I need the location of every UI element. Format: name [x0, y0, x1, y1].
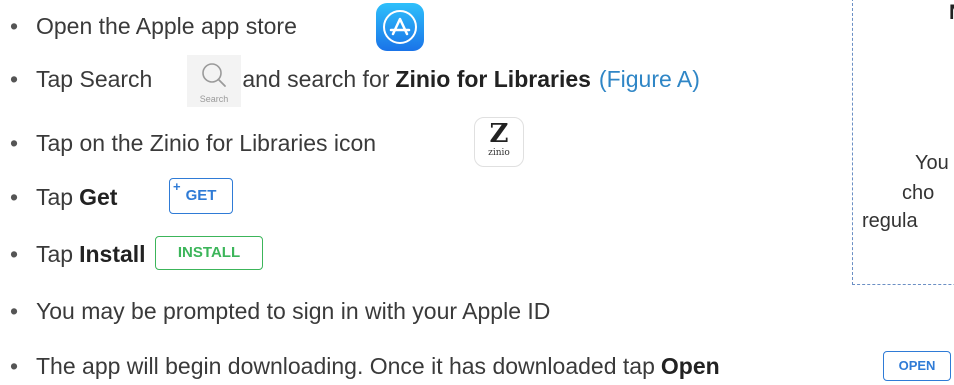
- bullet: •: [10, 241, 19, 267]
- note-heading: N: [949, 1, 954, 25]
- install-button: INSTALL: [155, 236, 263, 270]
- zinio-letter: Z: [489, 119, 509, 149]
- step-text: Open the Apple app store: [36, 13, 297, 39]
- step-bold: Open: [660, 353, 720, 379]
- note-line: regula: [862, 210, 918, 232]
- step-sign-in: • You may be prompted to sign in with yo…: [10, 297, 550, 325]
- bullet: •: [10, 184, 19, 210]
- step-search: • Tap Search and search for Zinio for Li…: [10, 65, 700, 93]
- step-text: Tap: [36, 184, 74, 210]
- bullet: •: [10, 298, 19, 324]
- get-button-label: GET: [185, 187, 217, 204]
- step-open-app: • The app will begin downloading. Once i…: [10, 352, 720, 380]
- app-name: Zinio for Libraries: [395, 66, 591, 92]
- note-box: N You cho regula: [852, 0, 954, 285]
- step-text: Tap on the Zinio for Libraries icon: [36, 130, 377, 156]
- note-line: cho: [902, 182, 935, 204]
- zinio-app-icon: Z zinio: [474, 117, 524, 167]
- step-tap-install: • Tap Install: [10, 240, 146, 268]
- bullet: •: [10, 13, 19, 39]
- bullet: •: [10, 130, 19, 156]
- get-button: + GET: [169, 178, 233, 214]
- step-open-app-store: • Open the Apple app store: [10, 12, 297, 40]
- step-text: Tap Search: [36, 66, 153, 92]
- step-tap-zinio-icon: • Tap on the Zinio for Libraries icon: [10, 129, 376, 157]
- step-bold: Get: [79, 184, 118, 210]
- search-caption: Search: [199, 94, 229, 104]
- note-line: You: [915, 152, 949, 174]
- app-store-icon: [376, 3, 424, 51]
- step-text: The app will begin downloading. Once it …: [36, 353, 655, 379]
- install-button-label: INSTALL: [177, 244, 241, 261]
- step-text: and search for: [242, 66, 390, 92]
- step-text: Tap: [36, 241, 74, 267]
- step-text: You may be prompted to sign in with your…: [36, 298, 551, 324]
- bullet: •: [10, 66, 19, 92]
- step-tap-get: • Tap Get: [10, 183, 117, 211]
- zinio-wordmark: zinio: [488, 148, 510, 158]
- search-icon: Search: [187, 55, 241, 107]
- open-button: OPEN: [883, 351, 951, 381]
- open-button-label: OPEN: [898, 358, 936, 373]
- bullet: •: [10, 353, 19, 379]
- plus-icon: +: [173, 179, 181, 194]
- step-bold: Install: [79, 241, 146, 267]
- figure-a-link[interactable]: (Figure A): [599, 65, 700, 93]
